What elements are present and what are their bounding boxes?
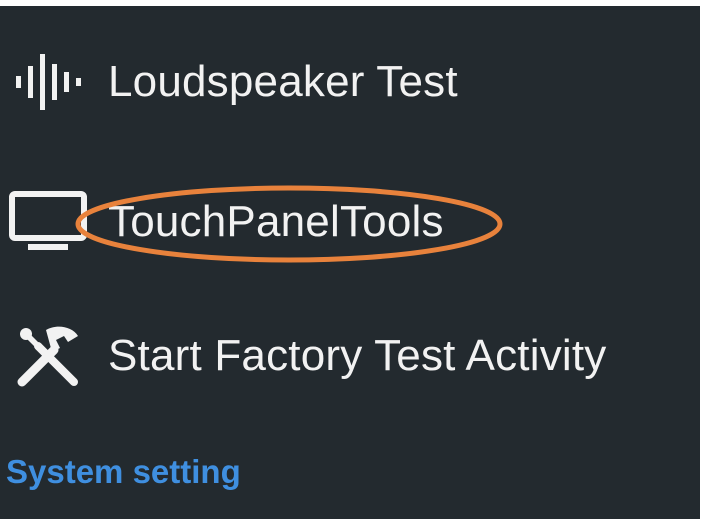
settings-menu-panel: Loudspeaker Test TouchPanelTools Start F… xyxy=(0,6,700,519)
menu-item-start-factory-test-activity[interactable]: Start Factory Test Activity xyxy=(0,306,700,406)
menu-item-loudspeaker-test[interactable]: Loudspeaker Test xyxy=(0,32,700,132)
menu-item-label: Start Factory Test Activity xyxy=(108,331,607,380)
menu-item-touchpaneltools[interactable]: TouchPanelTools xyxy=(0,172,700,272)
monitor-icon xyxy=(8,182,88,262)
tools-icon xyxy=(8,316,88,396)
menu-item-label: Loudspeaker Test xyxy=(108,57,458,106)
soundwave-icon xyxy=(8,42,88,122)
menu-item-label: TouchPanelTools xyxy=(108,197,444,246)
section-header-system-setting: System setting xyxy=(6,453,241,490)
